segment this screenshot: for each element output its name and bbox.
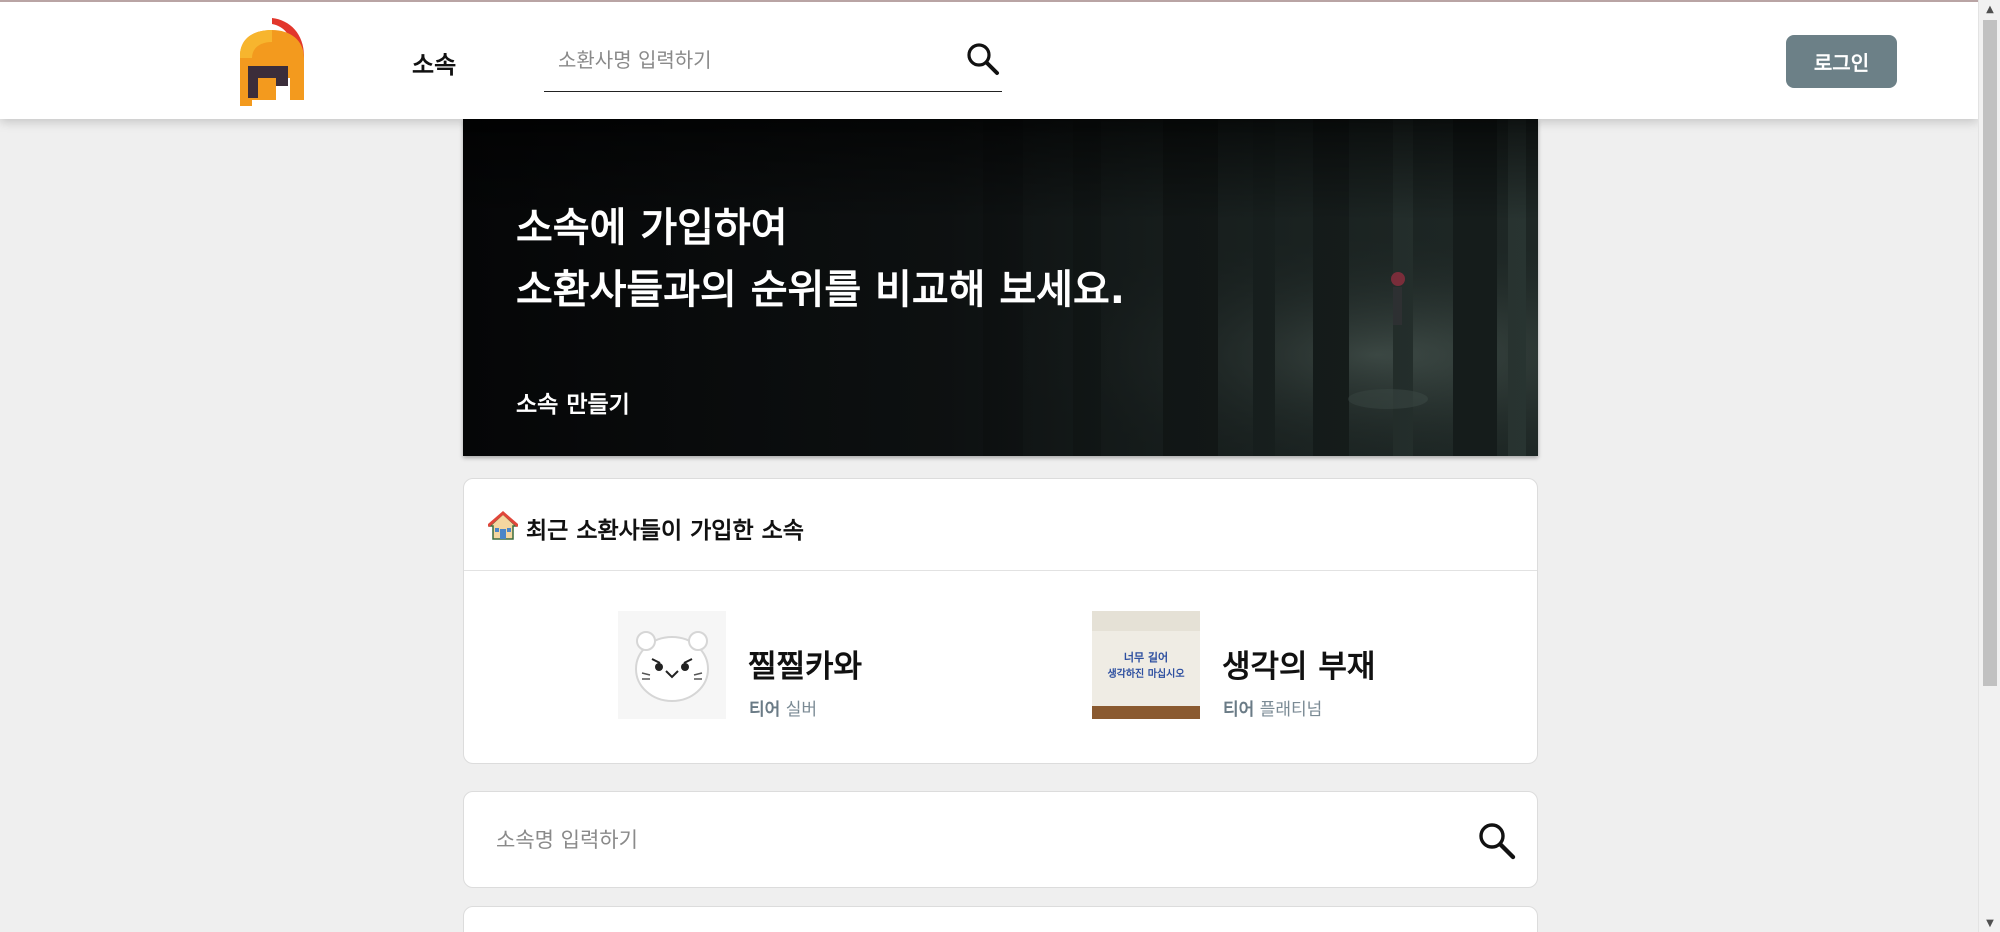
page-viewport: 소속 로그인 (0, 0, 1978, 932)
clan-tier-value: 실버 (785, 700, 817, 720)
clan-item[interactable]: 너무 길어 생각하진 마십시오 생각의 부재 티어 플래티넘 (1092, 611, 1432, 720)
hero-title-line-2: 소환사들과의 순위를 비교해 보세요. (516, 267, 1125, 313)
summoner-search-bar (544, 32, 1002, 92)
clan-tier: 티어 실버 (749, 695, 817, 720)
towel-text-line-2: 생각하진 마십시오 (1107, 667, 1184, 680)
recent-clans-header: 최근 소환사들이 가입한 소속 (464, 479, 1537, 571)
clan-item[interactable]: 찔찔카와 티어 실버 (618, 611, 938, 720)
towel-text-line-1: 너무 길어 (1124, 650, 1168, 664)
clan-list-card (463, 906, 1538, 932)
search-icon[interactable] (964, 40, 1002, 78)
recent-clans-title: 최근 소환사들이 가입한 소속 (526, 518, 804, 544)
clan-search-input[interactable] (494, 820, 1394, 860)
page-scrollbar[interactable]: ▲ ▼ (1978, 0, 2000, 932)
clan-tier-label: 티어 (749, 700, 781, 720)
hero-banner: 소속에 가입하여 소환사들과의 순위를 비교해 보세요. 소속 만들기 (463, 119, 1538, 456)
create-clan-link[interactable]: 소속 만들기 (516, 385, 630, 419)
top-header: 소속 로그인 (0, 0, 1978, 119)
clan-name: 생각의 부재 (1222, 649, 1376, 685)
clan-tier-label: 티어 (1223, 700, 1255, 720)
clan-search-bar (463, 791, 1538, 888)
clan-name: 찔찔카와 (748, 649, 863, 685)
spartan-helmet-logo-icon[interactable] (232, 16, 312, 108)
hero-title: 소속에 가입하여 소환사들과의 순위를 비교해 보세요. (516, 197, 1125, 321)
scrollbar-thumb[interactable] (1983, 20, 1997, 686)
search-icon[interactable] (1476, 820, 1518, 862)
scroll-down-arrow-icon[interactable]: ▼ (1979, 914, 2000, 932)
nav-clan-link[interactable]: 소속 (412, 45, 456, 80)
hero-title-line-1: 소속에 가입하여 (516, 205, 788, 251)
clan-tier-value: 플래티넘 (1259, 700, 1323, 720)
recent-clans-card: 최근 소환사들이 가입한 소속 찔찔카와 티어 실버 너무 길어 생각하진 마십… (463, 478, 1538, 764)
house-icon (487, 511, 519, 541)
summoner-search-input[interactable] (556, 42, 946, 78)
towel-photo-icon: 너무 길어 생각하진 마십시오 (1092, 611, 1200, 719)
clan-tier: 티어 플래티넘 (1223, 695, 1322, 720)
scroll-up-arrow-icon[interactable]: ▲ (1979, 0, 2000, 18)
white-bear-face-icon (618, 611, 726, 719)
login-button[interactable]: 로그인 (1786, 35, 1897, 88)
